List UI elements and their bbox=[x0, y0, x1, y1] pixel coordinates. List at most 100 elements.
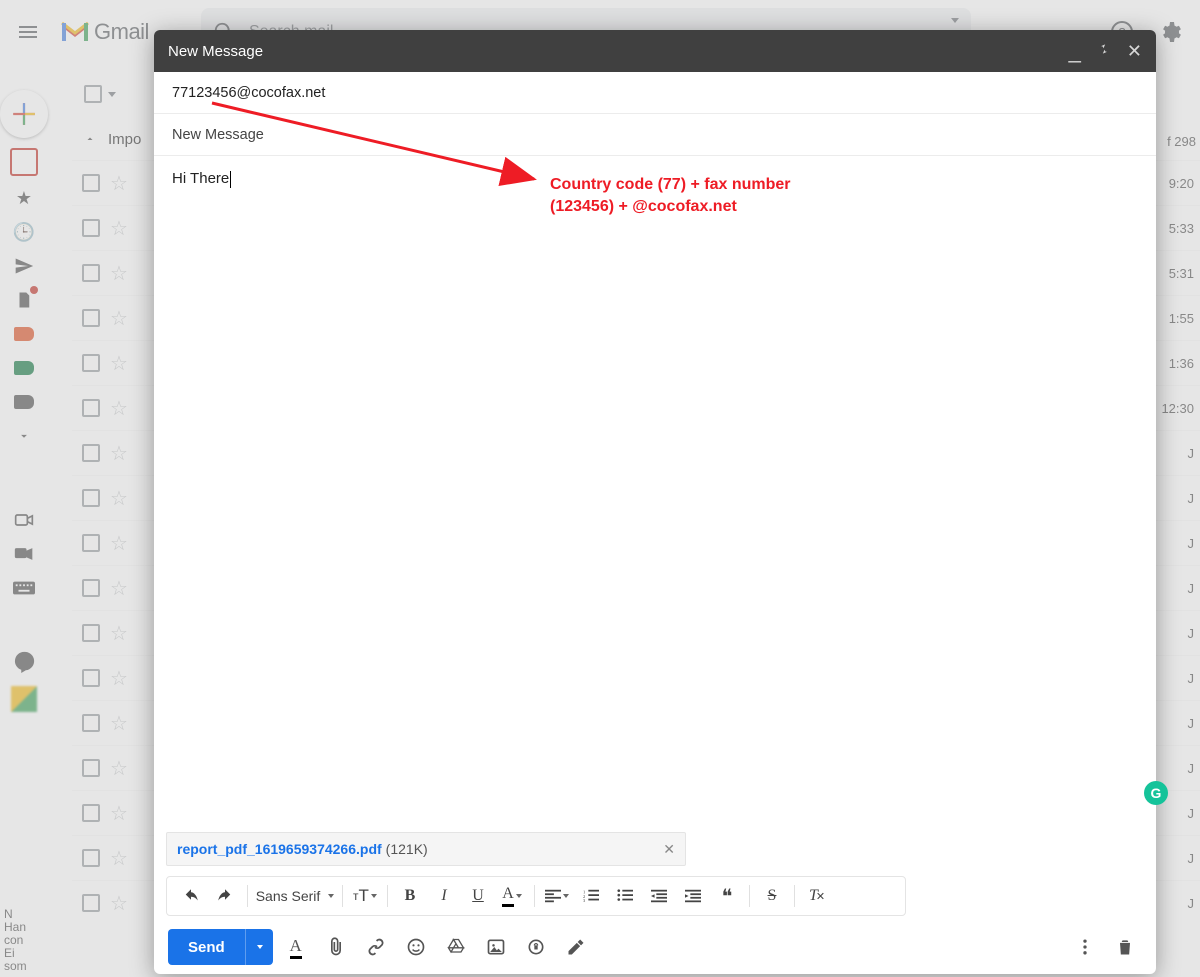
close-icon[interactable]: ✕ bbox=[1127, 41, 1142, 62]
star-icon[interactable]: ☆ bbox=[110, 486, 128, 511]
row-checkbox[interactable] bbox=[82, 174, 100, 192]
star-icon[interactable]: ☆ bbox=[110, 531, 128, 556]
drive-icon[interactable] bbox=[439, 930, 473, 964]
snoozed-icon[interactable]: 🕒 bbox=[12, 220, 36, 244]
avatar-icon[interactable] bbox=[9, 684, 39, 714]
row-checkbox[interactable] bbox=[82, 219, 100, 237]
starred-icon[interactable]: ★ bbox=[12, 186, 36, 210]
star-icon[interactable]: ☆ bbox=[110, 846, 128, 871]
drafts-icon[interactable] bbox=[12, 288, 36, 312]
subject-field[interactable]: New Message bbox=[154, 114, 1156, 156]
redo-icon[interactable] bbox=[209, 880, 241, 912]
row-checkbox[interactable] bbox=[82, 669, 100, 687]
remove-attachment-icon[interactable]: ✕ bbox=[663, 841, 675, 858]
indent-less-icon[interactable] bbox=[643, 880, 675, 912]
bold-icon[interactable]: B bbox=[394, 880, 426, 912]
signature-icon[interactable] bbox=[559, 930, 593, 964]
row-checkbox[interactable] bbox=[82, 489, 100, 507]
star-icon[interactable]: ☆ bbox=[110, 801, 128, 826]
minimize-icon[interactable]: _ bbox=[1069, 48, 1081, 54]
row-checkbox[interactable] bbox=[82, 579, 100, 597]
row-checkbox[interactable] bbox=[82, 759, 100, 777]
star-icon[interactable]: ☆ bbox=[110, 171, 128, 196]
body-text: Hi There bbox=[172, 170, 229, 187]
star-icon[interactable]: ☆ bbox=[110, 621, 128, 646]
app-name: Gmail bbox=[94, 19, 149, 45]
to-field[interactable]: 77123456@cocofax.net bbox=[154, 72, 1156, 114]
undo-icon[interactable] bbox=[175, 880, 207, 912]
label3-icon[interactable] bbox=[12, 390, 36, 414]
row-checkbox[interactable] bbox=[82, 534, 100, 552]
star-icon[interactable]: ☆ bbox=[110, 396, 128, 421]
row-checkbox[interactable] bbox=[82, 264, 100, 282]
row-checkbox[interactable] bbox=[82, 849, 100, 867]
font-selector[interactable]: Sans Serif bbox=[254, 880, 336, 912]
label2-icon[interactable] bbox=[12, 356, 36, 380]
indent-more-icon[interactable] bbox=[677, 880, 709, 912]
to-value: 77123456@cocofax.net bbox=[172, 85, 325, 101]
align-icon[interactable] bbox=[541, 880, 573, 912]
keyboard-icon[interactable] bbox=[12, 576, 36, 600]
more-options-icon[interactable] bbox=[1068, 930, 1102, 964]
select-dropdown-icon[interactable] bbox=[108, 92, 116, 97]
more-icon[interactable] bbox=[12, 424, 36, 448]
remove-format-icon[interactable]: T✕ bbox=[801, 880, 833, 912]
subject-value: New Message bbox=[172, 127, 264, 143]
photo-icon[interactable] bbox=[479, 930, 513, 964]
star-icon[interactable]: ☆ bbox=[110, 441, 128, 466]
select-all-checkbox[interactable] bbox=[84, 85, 102, 103]
italic-icon[interactable]: I bbox=[428, 880, 460, 912]
font-size-icon[interactable]: тT bbox=[349, 880, 381, 912]
star-icon[interactable]: ☆ bbox=[110, 891, 128, 916]
popout-icon[interactable] bbox=[1097, 42, 1111, 60]
compose-titlebar[interactable]: New Message _ ✕ bbox=[154, 30, 1156, 72]
star-icon[interactable]: ☆ bbox=[110, 306, 128, 331]
format-toggle-icon[interactable]: A bbox=[279, 930, 313, 964]
star-icon[interactable]: ☆ bbox=[110, 756, 128, 781]
label1-icon[interactable] bbox=[12, 322, 36, 346]
gmail-m-icon bbox=[60, 21, 90, 43]
star-icon[interactable]: ☆ bbox=[110, 576, 128, 601]
underline-icon[interactable]: U bbox=[462, 880, 494, 912]
row-checkbox[interactable] bbox=[82, 354, 100, 372]
compose-window: New Message _ ✕ 77123456@cocofax.net New… bbox=[154, 30, 1156, 974]
send-options-icon[interactable] bbox=[245, 929, 273, 965]
count-label: f 298 bbox=[1167, 134, 1196, 149]
star-icon[interactable]: ☆ bbox=[110, 261, 128, 286]
confidential-icon[interactable] bbox=[519, 930, 553, 964]
row-checkbox[interactable] bbox=[82, 444, 100, 462]
compose-body[interactable]: Hi There bbox=[154, 156, 1156, 832]
emoji-icon[interactable] bbox=[399, 930, 433, 964]
attachment-chip[interactable]: report_pdf_1619659374266.pdf (121K) ✕ bbox=[166, 832, 686, 866]
quote-icon[interactable]: ❝ bbox=[711, 880, 743, 912]
row-checkbox[interactable] bbox=[82, 624, 100, 642]
menu-icon[interactable] bbox=[6, 10, 50, 54]
inbox-icon[interactable] bbox=[10, 148, 38, 176]
star-icon[interactable]: ☆ bbox=[110, 216, 128, 241]
attach-icon[interactable] bbox=[319, 930, 353, 964]
compose-button[interactable] bbox=[0, 90, 48, 138]
star-icon[interactable]: ☆ bbox=[110, 711, 128, 736]
hangouts-icon[interactable] bbox=[12, 650, 36, 674]
annotation-text: Country code (77) + fax number (123456) … bbox=[550, 174, 791, 218]
video-icon[interactable] bbox=[12, 542, 36, 566]
row-checkbox[interactable] bbox=[82, 714, 100, 732]
row-checkbox[interactable] bbox=[82, 804, 100, 822]
camera-icon[interactable] bbox=[12, 508, 36, 532]
text-cursor bbox=[230, 171, 231, 188]
discard-icon[interactable] bbox=[1108, 930, 1142, 964]
star-icon[interactable]: ☆ bbox=[110, 666, 128, 691]
sent-icon[interactable] bbox=[12, 254, 36, 278]
row-checkbox[interactable] bbox=[82, 309, 100, 327]
text-color-icon[interactable]: A bbox=[496, 880, 528, 912]
row-checkbox[interactable] bbox=[82, 399, 100, 417]
svg-text:3: 3 bbox=[583, 898, 586, 903]
send-button[interactable]: Send bbox=[168, 929, 273, 965]
strikethrough-icon[interactable]: S bbox=[756, 880, 788, 912]
grammarly-icon[interactable]: G bbox=[1144, 781, 1168, 805]
bulleted-list-icon[interactable] bbox=[609, 880, 641, 912]
link-icon[interactable] bbox=[359, 930, 393, 964]
row-checkbox[interactable] bbox=[82, 894, 100, 912]
star-icon[interactable]: ☆ bbox=[110, 351, 128, 376]
numbered-list-icon[interactable]: 123 bbox=[575, 880, 607, 912]
